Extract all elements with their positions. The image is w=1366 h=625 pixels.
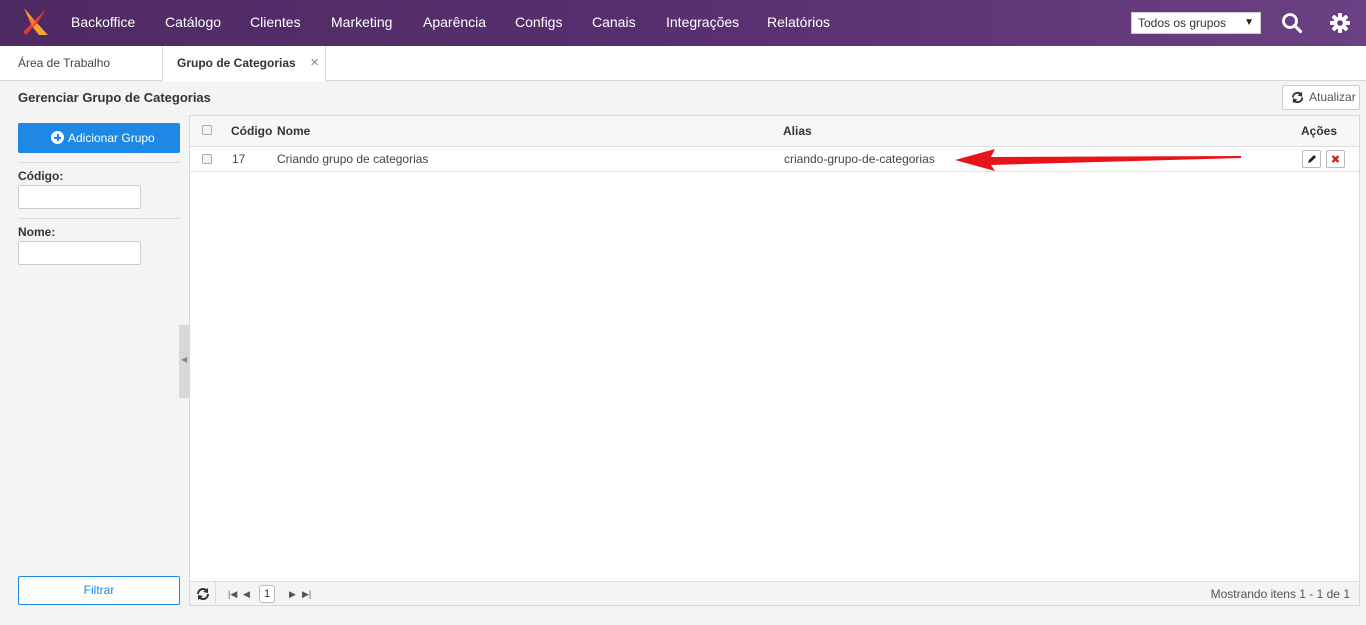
- column-header-nome[interactable]: Nome: [277, 116, 310, 147]
- refresh-icon: [197, 588, 209, 600]
- refresh-button[interactable]: Atualizar: [1282, 85, 1360, 110]
- group-select-value: Todos os grupos: [1138, 16, 1227, 30]
- collapse-arrow-icon: ◀: [181, 355, 188, 364]
- cell-nome: Criando grupo de categorias: [277, 152, 429, 166]
- select-all-checkbox[interactable]: [202, 125, 212, 135]
- top-navbar: Backoffice Catálogo Clientes Marketing A…: [0, 0, 1366, 46]
- nav-configs[interactable]: Configs: [515, 0, 562, 46]
- column-header-codigo[interactable]: Código: [231, 116, 272, 147]
- first-page-icon[interactable]: |◀: [228, 582, 237, 606]
- name-field[interactable]: [18, 241, 141, 265]
- refresh-label: Atualizar: [1309, 90, 1356, 104]
- nav-integracoes[interactable]: Integrações: [666, 0, 739, 46]
- add-group-label: Adicionar Grupo: [68, 131, 155, 145]
- data-grid: Código Nome Alias Ações 17 Criando grupo…: [189, 115, 1360, 606]
- tabs-bar: Área de Trabalho Grupo de Categorias ×: [0, 46, 1366, 82]
- nav-backoffice[interactable]: Backoffice: [71, 0, 135, 46]
- chevron-down-icon: ▼: [1244, 17, 1254, 28]
- next-page-icon[interactable]: ▶: [289, 582, 296, 606]
- x-logo-icon[interactable]: [20, 6, 52, 38]
- plus-circle-icon: [51, 131, 64, 144]
- tab-area-de-trabalho[interactable]: Área de Trabalho: [4, 46, 124, 81]
- page-title: Gerenciar Grupo de Categorias: [18, 90, 211, 105]
- filter-button[interactable]: Filtrar: [18, 576, 180, 605]
- row-checkbox[interactable]: [202, 154, 212, 164]
- grid-header: Código Nome Alias Ações: [190, 116, 1359, 147]
- delete-x-icon: [1331, 155, 1340, 163]
- current-page[interactable]: 1: [259, 585, 275, 603]
- code-field[interactable]: [18, 185, 141, 209]
- pencil-icon: [1308, 155, 1316, 163]
- grid-refresh-button[interactable]: [190, 582, 216, 606]
- pager-info: Mostrando itens 1 - 1 de 1: [1210, 587, 1350, 601]
- refresh-icon: [1291, 91, 1304, 104]
- add-group-button[interactable]: Adicionar Grupo: [18, 123, 180, 153]
- tab-label: Grupo de Categorias: [177, 56, 296, 70]
- annotation-arrow-icon: [955, 149, 1241, 171]
- divider: [18, 162, 180, 163]
- search-icon[interactable]: [1281, 12, 1303, 34]
- edit-button[interactable]: [1302, 150, 1321, 168]
- cell-alias: criando-grupo-de-categorias: [784, 152, 935, 166]
- delete-button[interactable]: [1326, 150, 1345, 168]
- column-header-alias[interactable]: Alias: [783, 116, 812, 147]
- close-icon[interactable]: ×: [310, 46, 319, 80]
- gear-icon[interactable]: [1329, 12, 1351, 34]
- cell-codigo: 17: [232, 152, 246, 166]
- divider: [18, 218, 180, 219]
- panel-collapse-handle[interactable]: ◀: [179, 325, 189, 398]
- nav-relatorios[interactable]: Relatórios: [767, 0, 830, 46]
- tab-grupo-de-categorias[interactable]: Grupo de Categorias ×: [162, 46, 326, 82]
- name-label: Nome:: [18, 225, 56, 239]
- group-select[interactable]: Todos os grupos ▼: [1131, 12, 1261, 34]
- nav-marketing[interactable]: Marketing: [331, 0, 392, 46]
- last-page-icon[interactable]: ▶|: [302, 582, 311, 606]
- prev-page-icon[interactable]: ◀: [243, 582, 250, 606]
- code-label: Código:: [18, 169, 64, 183]
- nav-clientes[interactable]: Clientes: [250, 0, 301, 46]
- nav-catalogo[interactable]: Catálogo: [165, 0, 221, 46]
- tab-label: Área de Trabalho: [18, 56, 111, 70]
- nav-aparencia[interactable]: Aparência: [423, 0, 486, 46]
- column-header-acoes: Ações: [1301, 124, 1338, 138]
- nav-canais[interactable]: Canais: [592, 0, 636, 46]
- grid-pager: |◀ ◀ 1 ▶ ▶| Mostrando itens 1 - 1 de 1: [190, 581, 1359, 606]
